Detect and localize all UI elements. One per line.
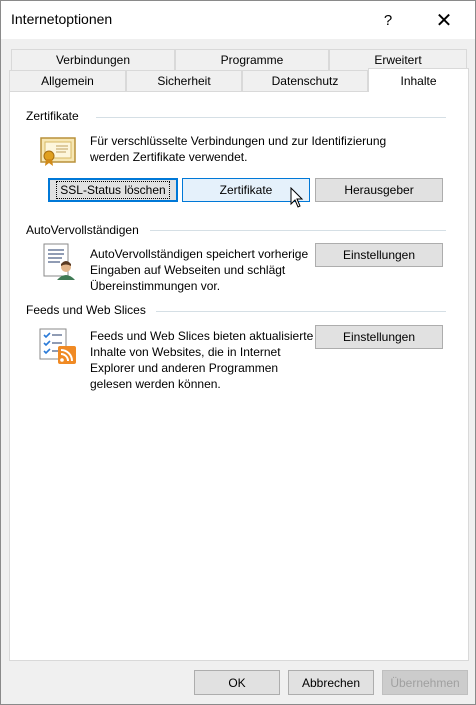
title-bar[interactable]: Internetoptionen ? ✕ bbox=[1, 1, 475, 39]
tab-inhalte[interactable]: Inhalte bbox=[368, 68, 469, 92]
cancel-button[interactable]: Abbrechen bbox=[288, 670, 374, 695]
ok-button[interactable]: OK bbox=[194, 670, 280, 695]
tab-allgemein[interactable]: Allgemein bbox=[9, 70, 126, 91]
autovervollstaendigen-einstellungen-button[interactable]: Einstellungen bbox=[315, 243, 443, 267]
ssl-status-loeschen-button[interactable]: SSL-Status löschen bbox=[48, 178, 178, 202]
certificate-icon bbox=[40, 137, 76, 166]
group-title-zertifikate: Zertifikate bbox=[26, 109, 85, 123]
mouse-cursor-icon bbox=[290, 187, 304, 208]
autovervollstaendigen-description: AutoVervollständigen speichert vorherige… bbox=[90, 247, 309, 293]
tab-panel-inhalte: Zertifikate Für verschlüsselte Verbindun… bbox=[9, 91, 469, 661]
feeds-description: Feeds und Web Slices bieten aktualisiert… bbox=[90, 329, 314, 391]
zertifikate-description: Für verschlüsselte Verbindungen und zur … bbox=[90, 134, 387, 164]
internet-options-dialog: Internetoptionen ? ✕ Verbindungen Progra… bbox=[0, 0, 476, 705]
tab-verbindungen[interactable]: Verbindungen bbox=[11, 49, 175, 70]
group-divider bbox=[96, 117, 446, 118]
group-divider bbox=[150, 230, 446, 231]
ssl-status-loeschen-label: SSL-Status löschen bbox=[56, 181, 170, 199]
close-button[interactable]: ✕ bbox=[421, 1, 467, 39]
group-title-autovervollstaendigen: AutoVervollständigen bbox=[26, 223, 145, 237]
autocomplete-icon bbox=[43, 243, 75, 280]
window-title: Internetoptionen bbox=[11, 11, 113, 27]
tab-sicherheit[interactable]: Sicherheit bbox=[126, 70, 242, 91]
tab-programme[interactable]: Programme bbox=[175, 49, 329, 70]
apply-button[interactable]: Übernehmen bbox=[382, 670, 468, 695]
tab-datenschutz[interactable]: Datenschutz bbox=[242, 70, 368, 91]
rss-feed-icon bbox=[39, 328, 76, 364]
tab-erweitert[interactable]: Erweitert bbox=[329, 49, 467, 70]
feeds-einstellungen-button[interactable]: Einstellungen bbox=[315, 325, 443, 349]
help-button[interactable]: ? bbox=[365, 1, 411, 39]
group-divider bbox=[156, 311, 446, 312]
herausgeber-button[interactable]: Herausgeber bbox=[315, 178, 443, 202]
group-title-feeds: Feeds und Web Slices bbox=[26, 303, 152, 317]
